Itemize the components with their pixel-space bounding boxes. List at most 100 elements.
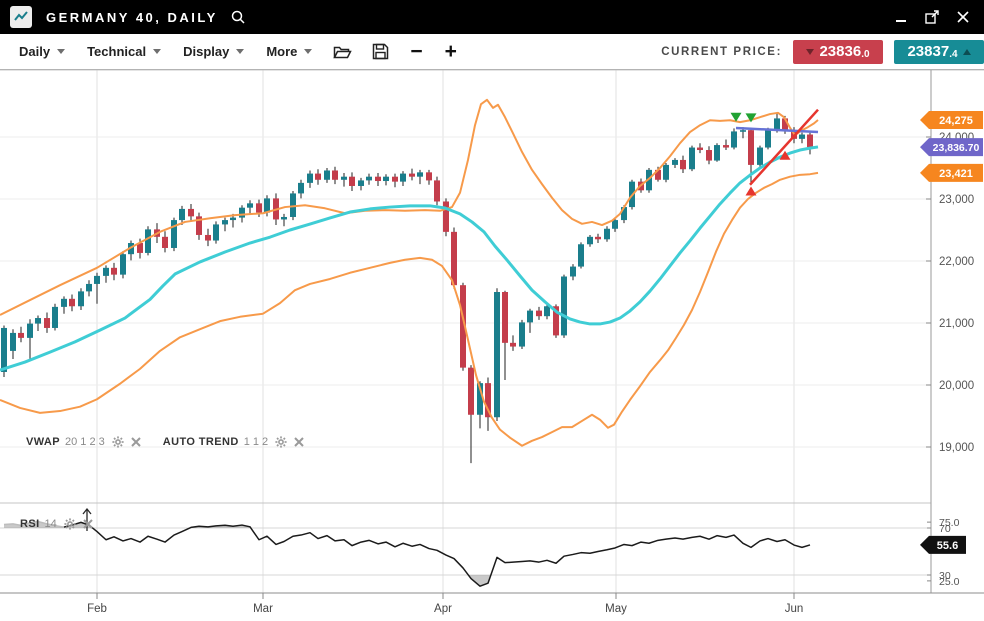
lower-band-price-tag-text: 23,421 [939,168,973,180]
axes: 24,00023,00022,00021,00020,00019,000FebM… [0,70,984,615]
candle [94,276,100,284]
candle [1,328,7,372]
candle [544,306,550,316]
candle [561,277,567,336]
candle [392,177,398,182]
sell-price-badge[interactable]: 23836.0 [793,40,883,64]
candle [527,311,533,323]
zoom-out-button[interactable]: − [399,37,433,67]
candle [69,299,75,306]
candle [171,220,177,248]
candle [443,201,449,231]
candle [230,218,236,220]
candle [680,160,686,169]
save-icon[interactable] [362,43,399,60]
candle [807,135,813,148]
popout-icon[interactable] [924,9,940,25]
vwap-label: VWAP [26,436,60,448]
candle [281,217,287,219]
close-icon[interactable] [131,437,141,447]
candle [86,284,92,291]
candle [375,177,381,181]
candlestick-series [1,113,813,463]
tick-label: 19,000 [939,442,974,454]
candle [714,145,720,161]
minimize-icon[interactable] [894,10,908,24]
tick-label: Jun [785,603,804,615]
candle [35,318,41,324]
candle [774,118,780,129]
candle [510,343,516,347]
gear-icon[interactable] [112,436,124,448]
app-logo-icon [10,6,32,28]
candle [111,268,117,275]
chart-area: 24,00023,00022,00021,00020,00019,000FebM… [0,70,984,621]
candle [349,177,355,186]
candle [341,177,347,180]
candle [765,130,771,148]
price-down-arrow-icon [806,49,814,55]
close-icon[interactable] [83,519,93,529]
candle [697,148,703,150]
last-price-tag-text: 23,836.70 [933,142,980,154]
candle [612,220,618,229]
candle [383,177,389,181]
rsi-params: 14 [45,518,57,530]
candle [731,131,737,147]
chevron-down-icon [57,49,65,54]
menu-technical[interactable]: Technical [76,44,172,59]
search-icon[interactable] [230,9,246,25]
candle [120,254,126,274]
candle [179,209,185,220]
candle [799,135,805,139]
open-folder-icon[interactable] [323,44,362,60]
candle [494,292,500,417]
candle [162,237,168,248]
candle [315,174,321,180]
tick-label: 21,000 [939,318,974,330]
zoom-in-button[interactable]: + [434,37,468,67]
candle [604,229,610,240]
candle [44,318,50,328]
vwap-params: 20 1 2 3 [65,436,105,448]
tick-label: 23,000 [939,194,974,206]
candle [578,244,584,266]
candle [61,299,67,307]
tick-label: 25.0 [939,576,960,588]
candle [672,160,678,165]
close-icon[interactable] [956,10,970,24]
menu-daily[interactable]: Daily [8,44,76,59]
candle [723,145,729,147]
tick-label: 20,000 [939,380,974,392]
chevron-down-icon [236,49,244,54]
candle [145,229,151,253]
candle [689,148,695,170]
current-price-label: CURRENT PRICE: [661,46,782,58]
instrument-title: GERMANY 40, DAILY [46,10,218,25]
candle [366,177,372,181]
candle [324,170,330,179]
candle [222,220,228,224]
price-chart[interactable]: 24,00023,00022,00021,00020,00019,000FebM… [0,70,984,621]
candle [595,237,601,239]
candle [298,183,304,194]
candle [27,324,33,338]
candle [78,291,84,306]
candle [536,311,542,317]
candle [663,165,669,180]
menu-more[interactable]: More [255,44,323,59]
close-icon[interactable] [294,437,304,447]
tick-label: 70 [939,523,951,535]
gear-icon[interactable] [64,518,76,530]
menu-display[interactable]: Display [172,44,255,59]
candle [188,209,194,216]
candle [332,170,338,179]
gear-icon[interactable] [275,436,287,448]
candle [748,130,754,165]
candle [307,174,313,183]
candle [757,148,763,165]
tick-label: May [605,603,627,615]
candle [10,333,16,351]
candle [358,180,364,186]
buy-price-badge[interactable]: 23837.4 [894,40,984,64]
